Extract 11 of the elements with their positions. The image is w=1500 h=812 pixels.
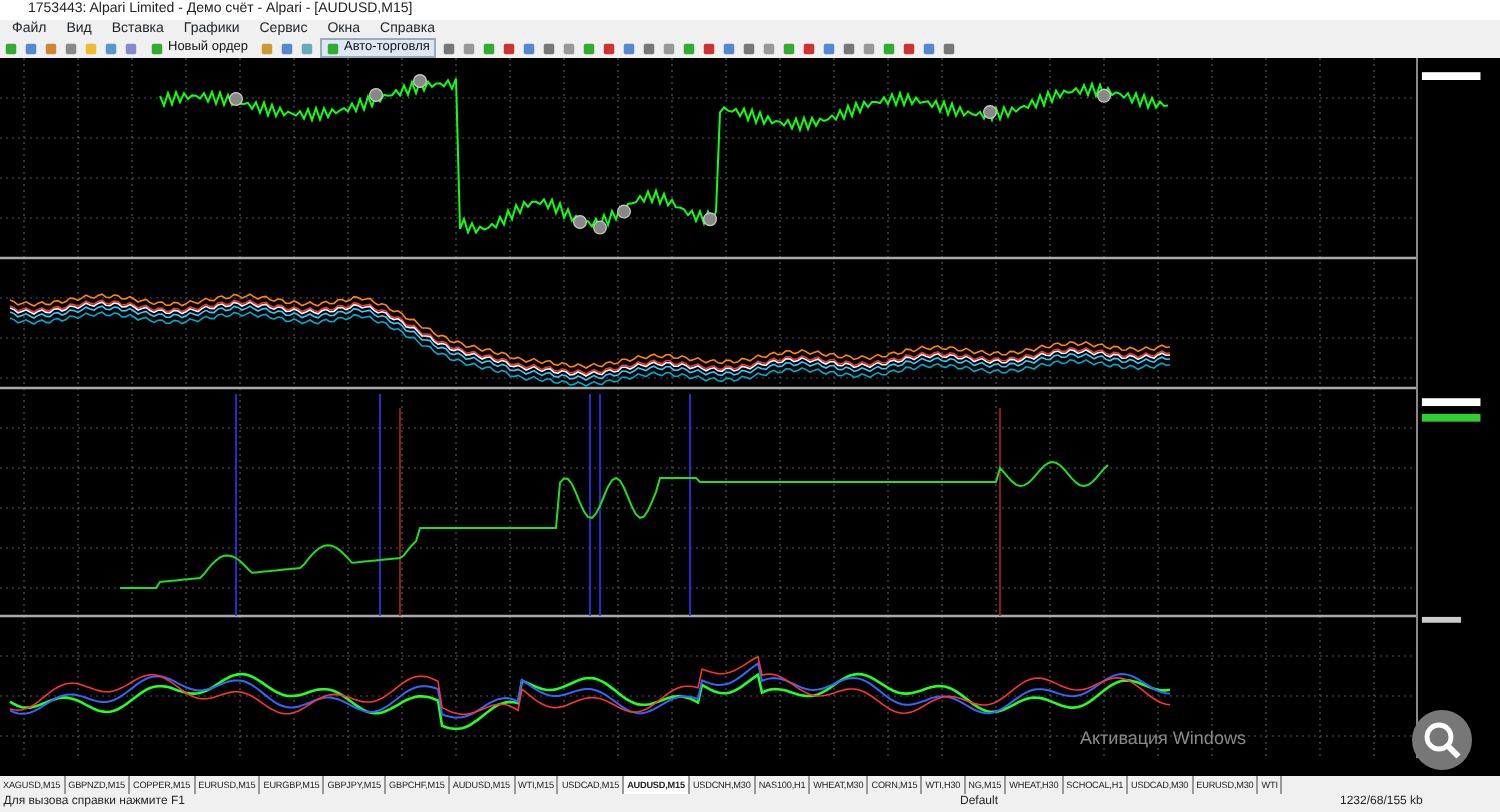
trade-marker [1097,88,1111,103]
trade-marker [703,212,717,227]
trade-marker [617,204,631,219]
trade-marker [593,220,607,235]
trade-marker [229,92,243,106]
trade-marker [413,74,427,88]
trade-marker [983,105,997,119]
zoom-icon[interactable] [1412,710,1472,770]
trade-marker [369,88,383,102]
trade-marker [573,215,587,229]
windows-activation-text: Активация Windows [1080,726,1246,752]
